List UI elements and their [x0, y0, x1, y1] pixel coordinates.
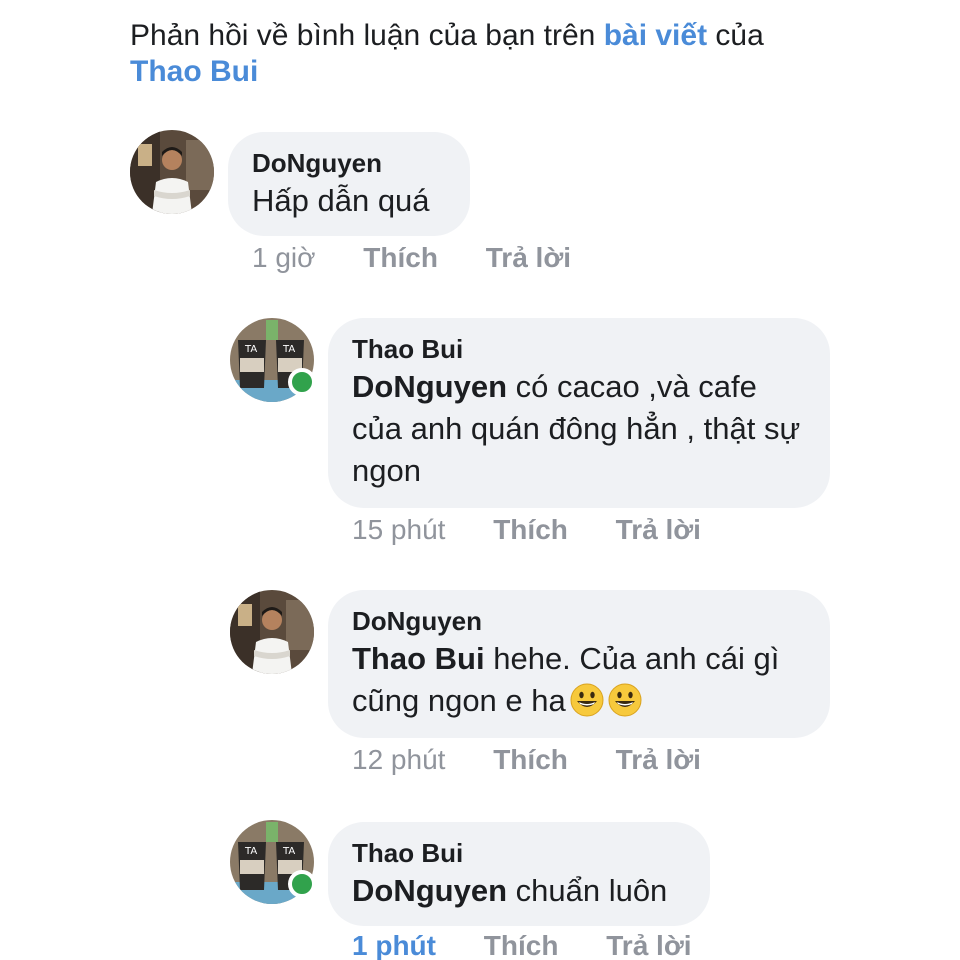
like-button[interactable]: Thích: [484, 930, 559, 960]
avatar-donguyen[interactable]: [130, 130, 214, 214]
comment-text: DoNguyen có cacao ,và cafe của anh quán …: [352, 366, 806, 492]
comment-bubble-4: Thao Bui DoNguyen chuẩn luôn: [328, 822, 710, 926]
header-text: Phản hồi về bình luận của bạn trên: [130, 19, 604, 52]
svg-text:TA: TA: [244, 344, 257, 355]
like-button[interactable]: Thích: [493, 744, 568, 776]
avatar-donguyen[interactable]: [230, 590, 314, 674]
comment-bubble-1: DoNguyen Hấp dẫn quá: [228, 132, 470, 236]
like-button[interactable]: Thích: [363, 242, 438, 274]
avatar-thaobui[interactable]: TA TA: [230, 318, 316, 402]
reply-button[interactable]: Trả lời: [606, 930, 691, 960]
mention-link[interactable]: DoNguyen: [352, 873, 507, 908]
comment-author[interactable]: DoNguyen: [352, 604, 806, 638]
comment-text: Hấp dẫn quá: [252, 183, 430, 218]
post-author-link[interactable]: Thao Bui: [130, 55, 258, 88]
post-link[interactable]: bài viết: [604, 19, 707, 52]
header-text-middle: của: [707, 19, 764, 52]
comment-timestamp[interactable]: 12 phút: [352, 744, 445, 776]
comment-bubble-3: DoNguyen Thao Bui hehe. Của anh cái gì c…: [328, 590, 830, 738]
avatar-donguyen-image: [230, 590, 314, 674]
avatar-thaobui[interactable]: TA TA: [230, 820, 316, 904]
online-status-dot: [288, 368, 316, 396]
comment-text: Thao Bui hehe. Của anh cái gì cũng ngon …: [352, 638, 806, 722]
online-status-dot: [288, 870, 316, 898]
comment-actions-4: 1 phút Thích Trả lời: [352, 930, 692, 960]
svg-text:TA: TA: [282, 846, 295, 857]
mention-link[interactable]: DoNguyen: [352, 369, 507, 404]
comment-timestamp[interactable]: 1 phút: [352, 930, 436, 960]
comment-timestamp[interactable]: 1 giờ: [252, 242, 316, 274]
comment-author[interactable]: Thao Bui: [352, 836, 686, 870]
like-button[interactable]: Thích: [493, 514, 568, 546]
comment-author[interactable]: Thao Bui: [352, 332, 806, 366]
reply-button[interactable]: Trả lời: [486, 242, 571, 274]
avatar-donguyen-image: [130, 130, 214, 214]
reply-button[interactable]: Trả lời: [616, 744, 701, 776]
comment-actions-2: 15 phút Thích Trả lời: [352, 514, 701, 546]
comment-text: DoNguyen chuẩn luôn: [352, 870, 686, 912]
comment-actions-3: 12 phút Thích Trả lời: [352, 744, 701, 776]
comment-bubble-2: Thao Bui DoNguyen có cacao ,và cafe của …: [328, 318, 830, 508]
comment-author[interactable]: DoNguyen: [252, 146, 446, 180]
svg-text:TA: TA: [244, 846, 257, 857]
comment-body: chuẩn luôn: [507, 873, 668, 908]
reply-button[interactable]: Trả lời: [616, 514, 701, 546]
mention-link[interactable]: Thao Bui: [352, 641, 485, 676]
grinning-face-icon: [570, 683, 604, 717]
comment-actions-1: 1 giờ Thích Trả lời: [252, 242, 571, 274]
svg-text:TA: TA: [282, 344, 295, 355]
notification-header: Phản hồi về bình luận của bạn trên bài v…: [130, 18, 830, 90]
grinning-face-icon: [608, 683, 642, 717]
notification-thread: Phản hồi về bình luận của bạn trên bài v…: [0, 0, 960, 960]
comment-timestamp[interactable]: 15 phút: [352, 514, 445, 546]
